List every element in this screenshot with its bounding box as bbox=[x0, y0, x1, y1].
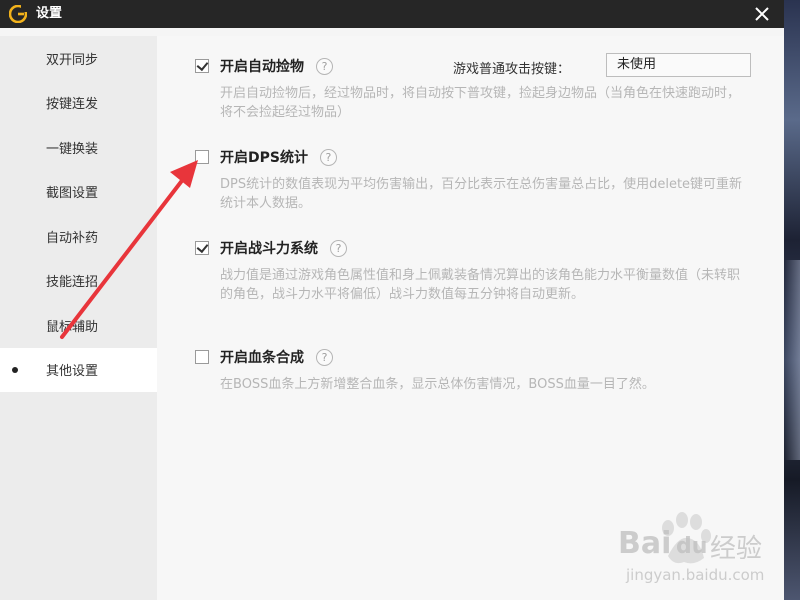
background-game-art bbox=[784, 0, 800, 600]
title-bar: 设置 bbox=[0, 0, 784, 28]
attack-key-input[interactable]: 未使用 bbox=[606, 53, 751, 77]
sidebar-item-label: 自动补药 bbox=[46, 230, 99, 246]
option-description: 战力值是通过游戏角色属性值和身上佩戴装备情况算出的该角色能力水平衡量数值（未转职… bbox=[220, 268, 741, 302]
option-description: DPS统计的数值表现为平均伤害输出，百分比表示在总伤害量总占比，使用delete… bbox=[220, 177, 743, 211]
close-button[interactable] bbox=[750, 2, 774, 26]
option-title: 开启自动捡物 bbox=[220, 59, 304, 75]
option-dps-stats: 开启DPS统计 ? DPS统计的数值表现为平均伤害输出，百分比表示在总伤害量总占… bbox=[195, 147, 750, 213]
dps-stats-checkbox[interactable] bbox=[195, 150, 209, 164]
sidebar-item-mouse-assist[interactable]: 鼠标辅助 bbox=[0, 303, 157, 348]
sidebar-item-other-settings[interactable]: 其他设置 bbox=[0, 347, 157, 392]
watermark-cn: 经验 bbox=[710, 534, 763, 564]
watermark-brand-suffix: du bbox=[676, 534, 708, 559]
sidebar-item-label: 截图设置 bbox=[46, 186, 99, 202]
sidebar-item-label: 按键连发 bbox=[46, 97, 99, 113]
sidebar-item-label: 其他设置 bbox=[46, 364, 99, 380]
sidebar-item-label: 技能连招 bbox=[46, 275, 99, 291]
sidebar-item-key-repeat[interactable]: 按键连发 bbox=[0, 81, 157, 126]
help-icon[interactable]: ? bbox=[316, 348, 333, 366]
help-icon[interactable]: ? bbox=[330, 239, 347, 257]
option-description: 开启自动捡物后，经过物品时，将自动按下普攻键，捡起身边物品（当角色在快速跑动时，… bbox=[220, 86, 741, 120]
help-icon[interactable]: ? bbox=[319, 148, 337, 166]
sidebar-item-screenshot[interactable]: 截图设置 bbox=[0, 170, 157, 215]
settings-window: 设置 双开同步 按键连发 一键换装 截图设置 自动补药 技能连招 鼠标辅助 其他… bbox=[0, 0, 784, 600]
sidebar-item-dual-sync[interactable]: 双开同步 bbox=[0, 36, 157, 81]
game-logo-icon bbox=[9, 5, 27, 23]
sidebar-item-label: 鼠标辅助 bbox=[46, 319, 99, 335]
option-hp-bar-merge: 开启血条合成 ? 在BOSS血条上方新增整合血条，显示总体伤害情况，BOSS血量… bbox=[195, 347, 750, 394]
watermark-url: jingyan.baidu.com bbox=[626, 566, 765, 584]
option-title: 开启DPS统计 bbox=[220, 150, 308, 166]
sidebar-item-label: 双开同步 bbox=[46, 52, 99, 68]
sidebar-item-quick-equip[interactable]: 一键换装 bbox=[0, 125, 157, 170]
help-icon[interactable]: ? bbox=[316, 57, 333, 75]
auto-pickup-checkbox[interactable] bbox=[195, 59, 209, 73]
option-combat-power: 开启战斗力系统 ? 战力值是通过游戏角色属性值和身上佩戴装备情况算出的该角色能力… bbox=[195, 238, 750, 304]
option-title: 开启血条合成 bbox=[220, 350, 304, 366]
baidu-watermark: Bai du 经验 jingyan.baidu.com bbox=[618, 512, 778, 592]
window-title: 设置 bbox=[36, 6, 63, 21]
option-title: 开启战斗力系统 bbox=[220, 241, 318, 257]
close-icon bbox=[755, 7, 769, 21]
watermark-brand: Bai bbox=[618, 526, 672, 561]
sidebar-item-auto-potion[interactable]: 自动补药 bbox=[0, 214, 157, 259]
option-description: 在BOSS血条上方新增整合血条，显示总体伤害情况，BOSS血量一目了然。 bbox=[220, 377, 655, 392]
combat-power-checkbox[interactable] bbox=[195, 241, 209, 255]
settings-sidebar: 双开同步 按键连发 一键换装 截图设置 自动补药 技能连招 鼠标辅助 其他设置 bbox=[0, 36, 157, 600]
sidebar-item-label: 一键换装 bbox=[46, 141, 99, 157]
attack-key-label: 游戏普通攻击按键： bbox=[453, 62, 571, 77]
active-bullet-icon bbox=[12, 366, 18, 373]
sidebar-item-skill-combo[interactable]: 技能连招 bbox=[0, 259, 157, 304]
hp-bar-merge-checkbox[interactable] bbox=[195, 350, 209, 364]
